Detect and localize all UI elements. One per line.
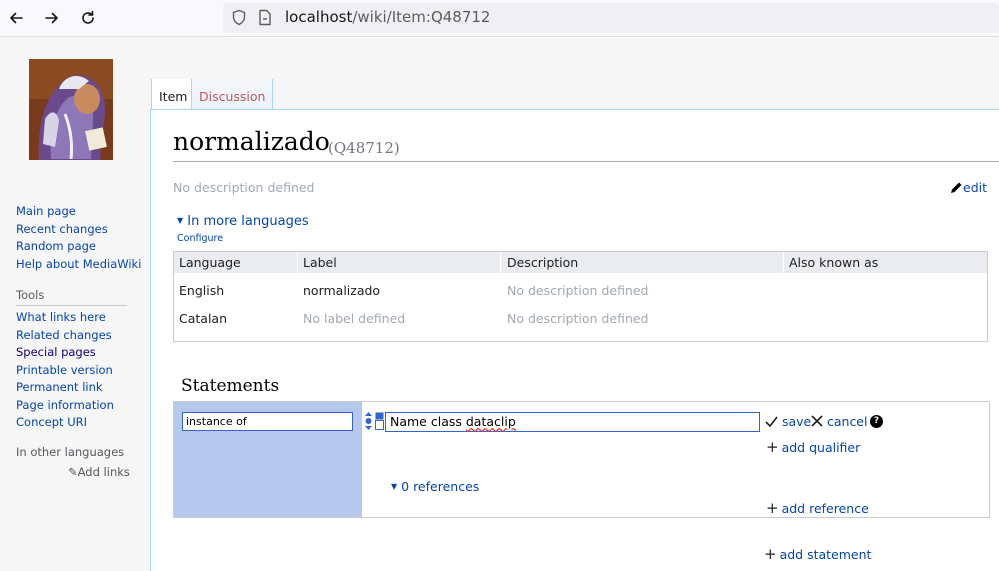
sidebar-item-recent-changes[interactable]: Recent changes — [16, 221, 141, 239]
sidebar-item-related-changes[interactable]: Related changes — [16, 327, 127, 345]
statement-group: Name class dataclip save cancel ? +add q… — [173, 401, 990, 518]
save-label: save — [781, 414, 812, 429]
sidebar-item-main-page[interactable]: Main page — [16, 203, 141, 221]
sidebar-item-random-page[interactable]: Random page — [16, 238, 141, 256]
row-catalan-language: Catalan — [179, 311, 228, 326]
tab-item[interactable]: Item — [151, 79, 195, 110]
configure-link[interactable]: Configure — [177, 233, 223, 244]
language-table-header: Language Label Description Also known as — [174, 252, 987, 273]
arrow-left-icon — [10, 12, 23, 24]
page-title: normalizado — [173, 127, 330, 156]
statements-heading: Statements — [181, 376, 280, 396]
plus-icon: + — [766, 499, 779, 517]
item-id: (Q48712) — [328, 139, 400, 157]
snak-type-selector-icon[interactable] — [375, 412, 384, 430]
column-header-aliases: Also known as — [789, 255, 879, 270]
address-bar[interactable]: localhost/wiki/Item:Q48712 — [223, 3, 999, 33]
column-divider — [783, 252, 784, 273]
edit-button[interactable]: edit — [950, 180, 987, 195]
check-icon — [765, 416, 778, 428]
pencil-icon: ✎ — [68, 465, 78, 479]
add-qualifier-label: add qualifier — [781, 440, 861, 455]
in-more-languages-toggle[interactable]: ▼ In more languages — [177, 214, 309, 229]
page-icon[interactable] — [258, 9, 272, 26]
property-column — [174, 402, 362, 517]
close-icon — [811, 415, 823, 427]
sidebar-item-help[interactable]: Help about MediaWiki — [16, 256, 141, 274]
value-text: Name class — [390, 414, 466, 429]
plus-icon: + — [764, 545, 777, 563]
back-button[interactable] — [4, 6, 28, 30]
row-catalan-label: No label defined — [303, 311, 406, 326]
add-reference-button[interactable]: + add reference — [766, 499, 869, 517]
plus-icon: + — [766, 438, 779, 456]
site-logo[interactable] — [29, 59, 113, 160]
save-button[interactable]: save — [765, 414, 811, 429]
row-english-label: normalizado — [303, 283, 381, 298]
row-english-description: No description defined — [507, 283, 649, 298]
browser-toolbar: localhost/wiki/Item:Q48712 — [0, 0, 999, 37]
add-statement-button[interactable]: + add statement — [764, 545, 871, 563]
sidebar-item-special-pages[interactable]: Special pages — [16, 344, 127, 362]
add-links-label: Add links — [77, 465, 130, 479]
in-more-languages-label: In more languages — [187, 214, 309, 229]
column-divider — [500, 252, 501, 273]
title-divider — [173, 161, 999, 162]
triangle-down-icon: ▼ — [177, 216, 184, 225]
url-path: /wiki/Item:Q48712 — [352, 8, 491, 26]
sidebar-item-what-links-here[interactable]: What links here — [16, 309, 127, 327]
language-table: Language Label Description Also known as… — [173, 251, 988, 342]
tools-heading[interactable]: Tools — [16, 288, 127, 306]
column-header-description: Description — [507, 255, 579, 270]
column-header-language: Language — [179, 255, 241, 270]
sidebar-navigation: Main page Recent changes Random page Hel… — [16, 203, 141, 273]
help-icon[interactable]: ? — [870, 415, 883, 428]
row-catalan-description: No description defined — [507, 311, 649, 326]
sidebar-languages: In other languages — [16, 445, 127, 465]
add-statement-label: add statement — [779, 547, 872, 562]
references-toggle[interactable]: ▼ 0 references — [391, 479, 479, 494]
add-reference-label: add reference — [781, 501, 869, 516]
sidebar-item-printable-version[interactable]: Printable version — [16, 362, 127, 380]
sidebar-item-permanent-link[interactable]: Permanent link — [16, 379, 127, 397]
column-header-label: Label — [303, 255, 337, 270]
cancel-label: cancel — [826, 414, 868, 429]
property-input[interactable] — [182, 412, 353, 431]
tab-discussion[interactable]: Discussion — [191, 79, 274, 110]
url-host: localhost — [285, 8, 353, 26]
cancel-button[interactable]: cancel — [811, 414, 867, 429]
reload-button[interactable] — [76, 6, 100, 30]
languages-heading[interactable]: In other languages — [16, 445, 127, 462]
arrow-right-icon — [45, 12, 58, 24]
pencil-icon — [951, 182, 962, 193]
add-qualifier-button[interactable]: + add qualifier — [766, 438, 860, 456]
sidebar-item-concept-uri[interactable]: Concept URI — [16, 414, 127, 432]
row-english-language: English — [179, 283, 225, 298]
rank-selector-icon[interactable] — [364, 412, 373, 430]
add-links-button[interactable]: ✎Add links — [68, 465, 130, 479]
sidebar-tools: Tools What links here Related changes Sp… — [16, 288, 127, 432]
main-content: normalizado (Q48712) No description defi… — [150, 109, 999, 571]
url-text[interactable]: localhost/wiki/Item:Q48712 — [285, 8, 490, 26]
reload-icon — [82, 10, 94, 24]
misspelled-word: dataclip — [465, 414, 516, 429]
references-label: 0 references — [401, 479, 480, 494]
value-input[interactable]: Name class dataclip — [385, 412, 760, 432]
edit-label: edit — [963, 180, 987, 195]
shield-icon[interactable] — [231, 9, 247, 26]
sidebar-item-page-information[interactable]: Page information — [16, 397, 127, 415]
column-divider — [297, 252, 298, 273]
description-placeholder: No description defined — [173, 180, 315, 195]
forward-button[interactable] — [40, 6, 64, 30]
triangle-down-icon: ▼ — [391, 482, 398, 491]
